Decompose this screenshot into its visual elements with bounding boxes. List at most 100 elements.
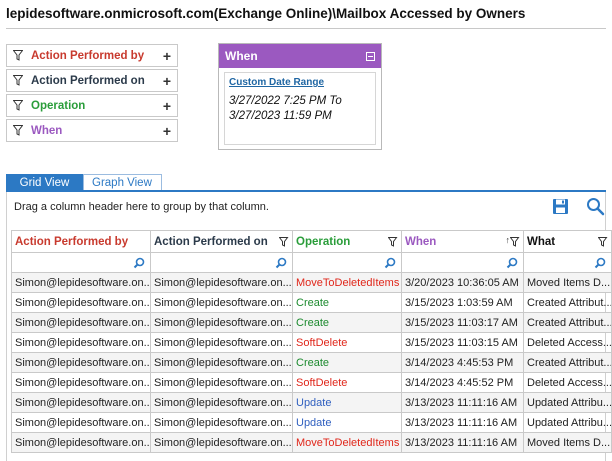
column-header-what[interactable]: What	[523, 230, 612, 253]
filter-operation[interactable]: Operation +	[6, 94, 178, 117]
cell-what: Moved Items D...	[523, 432, 612, 453]
column-header-operation[interactable]: Operation	[292, 230, 402, 253]
cell-action-performed-by: Simon@lepidesoftware.on...	[11, 432, 151, 453]
cell-when: 3/14/2023 4:45:52 PM	[401, 372, 524, 393]
filter-icon	[12, 50, 24, 62]
title-divider	[6, 28, 606, 29]
cell-operation: MoveToDeletedItems	[292, 432, 402, 453]
table-row[interactable]: Simon@lepidesoftware.on... Simon@lepideso…	[11, 352, 612, 373]
column-header-action-performed-on[interactable]: Action Performed on	[150, 230, 293, 253]
group-by-hint: Drag a column header here to group by th…	[14, 201, 269, 213]
filter-label: When	[31, 124, 63, 137]
cell-action-performed-by: Simon@lepidesoftware.on...	[11, 372, 151, 393]
column-header-action-performed-by[interactable]: Action Performed by	[11, 230, 151, 253]
table-row[interactable]: Simon@lepidesoftware.on... Simon@lepideso…	[11, 312, 612, 333]
column-search-cell[interactable]	[523, 252, 612, 273]
filter-label: Operation	[31, 99, 86, 112]
add-icon[interactable]: +	[163, 98, 171, 114]
column-filter-icon[interactable]	[278, 237, 289, 250]
filter-label: Action Performed by	[31, 49, 145, 62]
column-header-when[interactable]: When ↑	[401, 230, 524, 253]
cell-action-performed-by: Simon@lepidesoftware.on...	[11, 312, 151, 333]
table-row[interactable]: Simon@lepidesoftware.on... Simon@lepideso…	[11, 272, 612, 293]
cell-action-performed-on: Simon@lepidesoftware.on...	[150, 372, 293, 393]
table-row[interactable]: Simon@lepidesoftware.on... Simon@lepideso…	[11, 392, 612, 413]
when-panel: When Custom Date Range 3/27/2022 7:25 PM…	[218, 43, 382, 150]
cell-what: Created Attribut...	[523, 352, 612, 373]
cell-operation: Update	[292, 392, 402, 413]
cell-what: Updated Attribu...	[523, 412, 612, 433]
tab-grid-view[interactable]: Grid View	[6, 174, 83, 191]
search-icon[interactable]	[586, 197, 605, 219]
page-title: lepidesoftware.onmicrosoft.com(Exchange …	[6, 6, 526, 21]
cell-what: Updated Attribu...	[523, 392, 612, 413]
cell-operation: MoveToDeletedItems	[292, 272, 402, 293]
cell-operation: Create	[292, 292, 402, 313]
results-table: Action Performed by Action Performed on …	[11, 230, 612, 453]
column-filter-icon[interactable]	[387, 237, 398, 250]
filter-icon	[12, 75, 24, 87]
view-tabs: Grid View Graph View	[6, 174, 162, 191]
cell-what: Moved Items D...	[523, 272, 612, 293]
filter-action-performed-on[interactable]: Action Performed on +	[6, 69, 178, 92]
cell-when: 3/13/2023 11:11:16 AM	[401, 412, 524, 433]
when-panel-body: Custom Date Range 3/27/2022 7:25 PM To 3…	[224, 72, 376, 145]
column-search-cell[interactable]	[401, 252, 524, 273]
cell-when: 3/15/2023 1:03:59 AM	[401, 292, 524, 313]
table-header-row: Action Performed by Action Performed on …	[11, 230, 612, 253]
column-label: Action Performed by	[15, 235, 129, 248]
filter-icon	[12, 125, 24, 137]
column-label: Operation	[296, 235, 351, 248]
minimize-icon[interactable]	[366, 51, 375, 61]
custom-date-range-link[interactable]: Custom Date Range	[229, 77, 371, 88]
table-row[interactable]: Simon@lepidesoftware.on... Simon@lepideso…	[11, 332, 612, 353]
search-icon	[506, 257, 518, 269]
cell-action-performed-on: Simon@lepidesoftware.on...	[150, 312, 293, 333]
tab-graph-view[interactable]: Graph View	[83, 174, 162, 191]
save-icon[interactable]	[552, 198, 569, 218]
cell-operation: SoftDelete	[292, 372, 402, 393]
cell-action-performed-by: Simon@lepidesoftware.on...	[11, 392, 151, 413]
date-range-end: 3/27/2023 11:59 PM	[229, 110, 332, 122]
table-row[interactable]: Simon@lepidesoftware.on... Simon@lepideso…	[11, 292, 612, 313]
cell-action-performed-by: Simon@lepidesoftware.on...	[11, 292, 151, 313]
cell-action-performed-on: Simon@lepidesoftware.on...	[150, 352, 293, 373]
cell-action-performed-on: Simon@lepidesoftware.on...	[150, 292, 293, 313]
cell-action-performed-by: Simon@lepidesoftware.on...	[11, 272, 151, 293]
filter-action-performed-by[interactable]: Action Performed by +	[6, 44, 178, 67]
cell-action-performed-on: Simon@lepidesoftware.on...	[150, 332, 293, 353]
cell-what: Deleted Access...	[523, 372, 612, 393]
search-icon	[594, 257, 606, 269]
cell-operation: Update	[292, 412, 402, 433]
column-search-cell[interactable]	[150, 252, 293, 273]
cell-action-performed-on: Simon@lepidesoftware.on...	[150, 412, 293, 433]
column-filter-icon[interactable]	[509, 237, 520, 250]
column-search-cell[interactable]	[292, 252, 402, 273]
column-filter-icon[interactable]	[597, 237, 608, 250]
add-icon[interactable]: +	[163, 48, 171, 64]
add-icon[interactable]: +	[163, 73, 171, 89]
cell-when: 3/13/2023 11:11:16 AM	[401, 392, 524, 413]
column-label: Action Performed on	[154, 235, 268, 248]
cell-when: 3/15/2023 11:03:17 AM	[401, 312, 524, 333]
add-icon[interactable]: +	[163, 123, 171, 139]
table-row[interactable]: Simon@lepidesoftware.on... Simon@lepideso…	[11, 432, 612, 453]
search-icon	[133, 257, 145, 269]
table-row[interactable]: Simon@lepidesoftware.on... Simon@lepideso…	[11, 412, 612, 433]
cell-action-performed-on: Simon@lepidesoftware.on...	[150, 392, 293, 413]
when-panel-title: When	[225, 49, 258, 63]
cell-action-performed-by: Simon@lepidesoftware.on...	[11, 332, 151, 353]
cell-action-performed-by: Simon@lepidesoftware.on...	[11, 352, 151, 373]
cell-what: Created Attribut...	[523, 292, 612, 313]
cell-what: Created Attribut...	[523, 312, 612, 333]
column-label: What	[527, 235, 556, 248]
filter-list: Action Performed by + Action Performed o…	[6, 44, 178, 144]
table-row[interactable]: Simon@lepidesoftware.on... Simon@lepideso…	[11, 372, 612, 393]
filter-icon	[12, 100, 24, 112]
column-search-cell[interactable]	[11, 252, 151, 273]
cell-operation: Create	[292, 352, 402, 373]
cell-action-performed-by: Simon@lepidesoftware.on...	[11, 412, 151, 433]
filter-when[interactable]: When +	[6, 119, 178, 142]
column-label: When	[405, 235, 437, 248]
search-icon	[275, 257, 287, 269]
